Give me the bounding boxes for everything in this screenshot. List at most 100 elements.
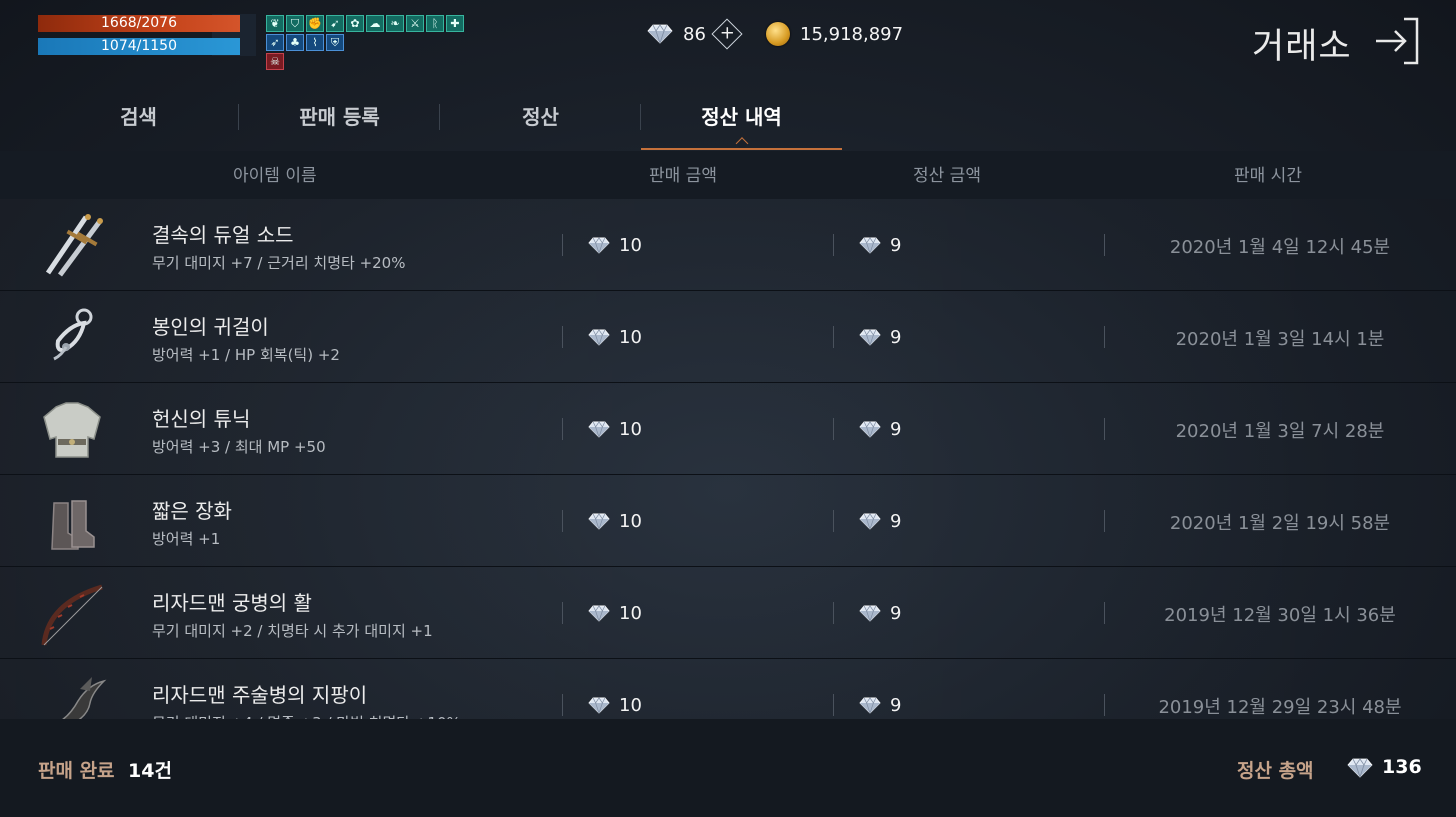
exit-arrow-icon	[1376, 17, 1419, 65]
table-header: 아이템 이름 판매 금액 정산 금액 판매 시간	[0, 151, 1456, 199]
bow-icon	[36, 577, 108, 649]
settlement-amount: 9	[859, 510, 901, 532]
feather-buff-icon[interactable]: ❧	[386, 15, 404, 32]
earring-icon	[36, 301, 108, 373]
settlement-amount: 9	[859, 418, 901, 440]
item-stats: 방어력 +1 / HP 회복(틱) +2	[152, 346, 340, 364]
rune-buff-icon[interactable]: ᚱ	[426, 15, 444, 32]
table-row[interactable]: 리자드맨 주술병의 지팡이무기 대미지 +4 / 명중 +3 / 마법 치명타 …	[0, 659, 1456, 719]
wind-buff-icon[interactable]: ☁	[366, 15, 384, 32]
header-item-name: 아이템 이름	[233, 166, 317, 186]
buff-row: ❦ ⛉ ✊ ➹ ✿ ☁ ❧ ⚔ ᚱ ✚	[266, 15, 464, 32]
total-label: 정산 총액	[1237, 760, 1314, 782]
tab-label: 판매 등록	[299, 105, 380, 129]
tab-search[interactable]: 검색	[38, 94, 239, 150]
arrow-buff-icon[interactable]: ➶	[266, 34, 284, 51]
table-row[interactable]: 헌신의 튜닉 방어력 +3 / 최대 MP +50 10 9 2020년 1월 3일 7…	[0, 383, 1456, 475]
diamond-icon	[859, 696, 881, 714]
header-settlement-amount: 정산 금액	[913, 166, 981, 186]
item-stats: 무기 대미지 +7 / 근거리 치명타 +20%	[152, 254, 406, 272]
dual-sword-icon	[36, 209, 108, 281]
sale-time: 2019년 12월 29일 23시 48분	[1158, 697, 1402, 718]
sale-amount-value: 10	[619, 602, 642, 624]
gold-currency: 15,918,897	[766, 19, 903, 49]
sale-amount-value: 10	[619, 326, 642, 348]
table-row[interactable]: 결속의 듀얼 소드무기 대미지 +7 / 근거리 치명타 +20% 10 9 2020…	[0, 199, 1456, 291]
buff-row: ☠	[266, 53, 464, 70]
tab-settlement[interactable]: 정산	[440, 94, 641, 150]
sale-time: 2020년 1월 3일 14시 1분	[1175, 329, 1385, 350]
speed-buff-icon[interactable]: ➹	[326, 15, 344, 32]
column-divider	[833, 234, 834, 256]
sale-amount-value: 10	[619, 510, 642, 532]
diamond-icon	[859, 236, 881, 254]
settlement-amount-value: 9	[890, 418, 902, 440]
header-sale-time: 판매 시간	[1234, 166, 1302, 186]
sale-amount: 10	[588, 694, 642, 716]
add-diamond-button[interactable]: +	[711, 18, 743, 50]
column-divider	[562, 418, 563, 440]
sale-time: 2020년 1월 3일 7시 28분	[1175, 421, 1385, 442]
diamond-count: 86	[683, 23, 706, 45]
settlement-amount-value: 9	[890, 510, 902, 532]
item-stats: 방어력 +1	[152, 530, 221, 548]
mp-bar: 1074/1150	[38, 38, 240, 55]
settlement-amount-value: 9	[890, 694, 902, 716]
column-divider	[833, 510, 834, 532]
hp-bar: 1668/2076	[38, 15, 240, 32]
curse-debuff-icon[interactable]: ☠	[266, 53, 284, 70]
trade-window: 1668/2076 1074/1150 ❦ ⛉ ✊ ➹ ✿ ☁ ❧ ⚔ ᚱ ✚ ➶ ♣ ⌇ ⛨ ☠ 86…	[0, 0, 1456, 817]
heal-buff-icon[interactable]: ✚	[446, 15, 464, 32]
diamond-icon	[588, 604, 610, 622]
tab-settlement-history[interactable]: 정산 내역	[641, 94, 842, 150]
buff-list: ❦ ⛉ ✊ ➹ ✿ ☁ ❧ ⚔ ᚱ ✚ ➶ ♣ ⌇ ⛨ ☠	[266, 15, 464, 72]
sale-time: 2019년 12월 30일 1시 36분	[1164, 605, 1396, 626]
exit-button[interactable]	[1374, 16, 1420, 66]
leaf-buff-icon[interactable]: ❦	[266, 15, 284, 32]
column-divider	[562, 326, 563, 348]
item-stats: 무기 대미지 +2 / 치명타 시 추가 대미지 +1	[152, 622, 433, 640]
tab-label: 정산	[522, 105, 559, 129]
diamond-icon	[588, 420, 610, 438]
summary-footer: 판매 완료 14건 정산 총액 136	[0, 719, 1456, 817]
strength-buff-icon[interactable]: ✊	[306, 15, 324, 32]
tab-label: 검색	[120, 105, 157, 129]
diamond-icon	[588, 512, 610, 530]
tree-buff-icon[interactable]: ♣	[286, 34, 304, 51]
guard-buff-icon[interactable]: ⛨	[326, 34, 344, 51]
shield-buff-icon[interactable]: ⛉	[286, 15, 304, 32]
tab-label: 정산 내역	[701, 105, 782, 129]
settlement-amount: 9	[859, 694, 901, 716]
diamond-icon	[859, 328, 881, 346]
column-divider	[833, 694, 834, 716]
table-row[interactable]: 리자드맨 궁병의 활 무기 대미지 +2 / 치명타 시 추가 대미지 +1 10 9…	[0, 567, 1456, 659]
item-name: 리자드맨 궁병의 활	[152, 591, 312, 615]
claw-buff-icon[interactable]: ⌇	[306, 34, 324, 51]
tab-sell-register[interactable]: 판매 등록	[239, 94, 440, 150]
item-stats: 방어력 +3 / 최대 MP +50	[152, 438, 326, 456]
diamond-icon	[588, 696, 610, 714]
item-name: 짧은 장화	[152, 499, 232, 523]
total-amount: 136	[1382, 756, 1422, 778]
spirit-buff-icon[interactable]: ✿	[346, 15, 364, 32]
table-row[interactable]: 봉인의 귀걸이 방어력 +1 / HP 회복(틱) +2 10 9 2020년 1월 3…	[0, 291, 1456, 383]
sale-time: 2020년 1월 4일 12시 45분	[1169, 237, 1391, 258]
sale-amount: 10	[588, 510, 642, 532]
settlement-history-list[interactable]: 결속의 듀얼 소드무기 대미지 +7 / 근거리 치명타 +20% 10 9 2020…	[0, 199, 1456, 719]
diamond-icon	[588, 328, 610, 346]
diamond-icon	[647, 24, 673, 44]
column-divider	[833, 418, 834, 440]
gold-coin-icon	[766, 22, 790, 46]
boots-icon	[36, 485, 108, 557]
settlement-amount-value: 9	[890, 234, 902, 256]
sale-time: 2020년 1월 2일 19시 58분	[1169, 513, 1391, 534]
sale-amount-value: 10	[619, 234, 642, 256]
buff-row: ➶ ♣ ⌇ ⛨	[266, 34, 464, 51]
item-name: 결속의 듀얼 소드	[152, 223, 294, 247]
sale-amount-value: 10	[619, 694, 642, 716]
settlement-amount: 9	[859, 326, 901, 348]
sword-buff-icon[interactable]: ⚔	[406, 15, 424, 32]
table-row[interactable]: 짧은 장화방어력 +1 10 9 2020년 1월 2일 19시 58분	[0, 475, 1456, 567]
diamond-icon	[859, 604, 881, 622]
column-divider	[562, 234, 563, 256]
